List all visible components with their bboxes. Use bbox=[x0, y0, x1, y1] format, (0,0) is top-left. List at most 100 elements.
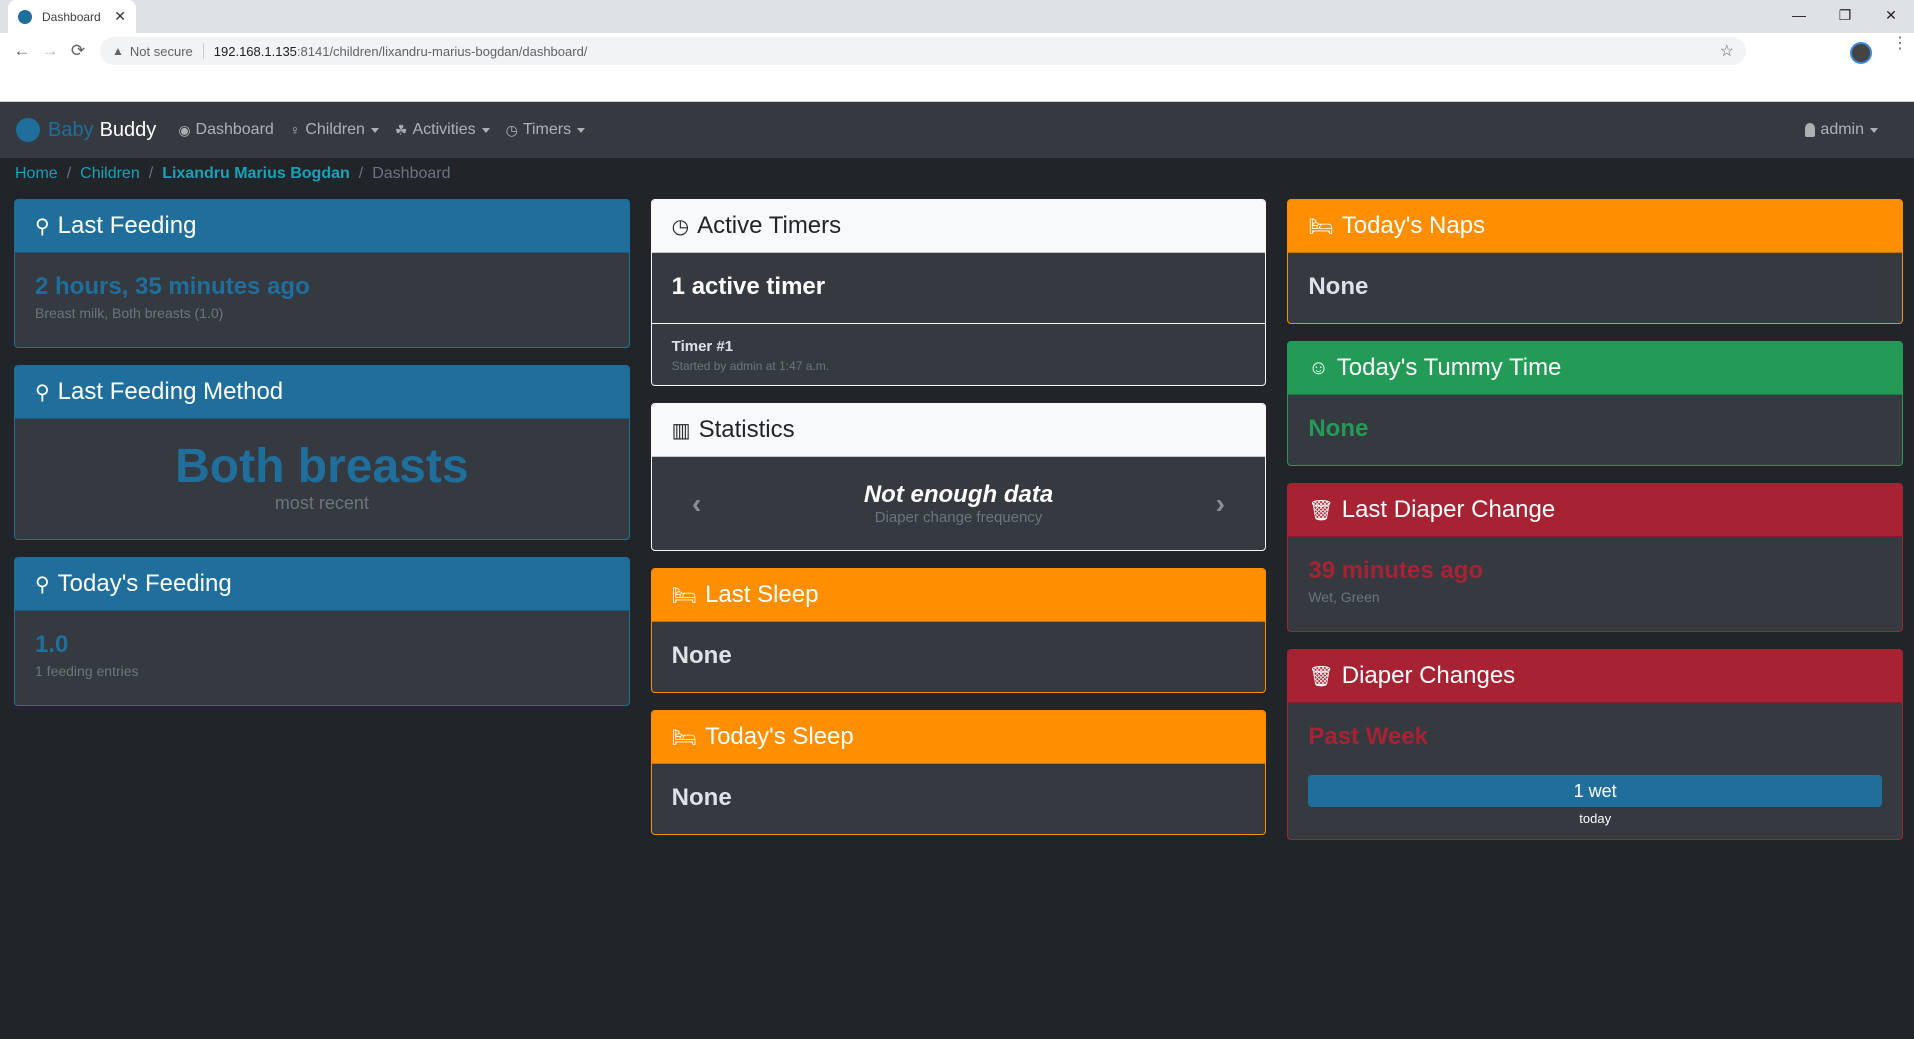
todays-feeding-count: 1 feeding entries bbox=[35, 663, 139, 679]
url-text[interactable]: 192.168.1.135:8141/children/lixandru-mar… bbox=[214, 44, 1720, 59]
divider bbox=[202, 43, 204, 59]
todays-sleep-value: None bbox=[671, 784, 732, 811]
statistics-value: Not enough data bbox=[863, 481, 1054, 508]
nav-timers-dropdown[interactable]: ◷ Timers bbox=[506, 121, 586, 139]
card-active-timers[interactable]: ◷ Active Timers 1 active timer Timer #1 S… bbox=[650, 199, 1267, 386]
card-body: 1 active timer bbox=[652, 253, 1266, 323]
timer-list-item[interactable]: Timer #1 Started by admin at 1:47 a.m. bbox=[651, 323, 1266, 385]
spoon-icon: ⚲ bbox=[35, 381, 50, 404]
card-title: Today's Feeding bbox=[57, 570, 232, 597]
breadcrumb-separator: / bbox=[66, 165, 72, 182]
last-sleep-value: None bbox=[671, 642, 732, 669]
user-name: admin bbox=[1820, 121, 1864, 138]
last-feeding-value: 2 hours, 35 minutes ago bbox=[35, 273, 310, 300]
card-title: Active Timers bbox=[697, 212, 842, 239]
todays-feeding-value: 1.0 bbox=[35, 631, 69, 658]
nav-dashboard[interactable]: ◉ Dashboard bbox=[178, 121, 274, 139]
card-header: 🗑 Diaper Changes bbox=[1288, 650, 1903, 703]
breadcrumb: Home / Children / Lixandru Marius Bogdan… bbox=[0, 158, 1914, 190]
browser-menu-icon[interactable]: ⋮ bbox=[1892, 36, 1908, 52]
spoon-icon: ⚲ bbox=[35, 215, 50, 238]
not-secure-label[interactable]: Not secure bbox=[130, 44, 193, 59]
page-top-band bbox=[0, 69, 1914, 102]
minimize-icon[interactable]: — bbox=[1776, 0, 1822, 30]
bed-icon: 🛏 bbox=[671, 584, 698, 607]
card-header: 🗑 Last Diaper Change bbox=[1288, 484, 1903, 537]
card-todays-feeding[interactable]: ⚲ Today's Feeding 1.0 1 feeding entries bbox=[14, 557, 630, 706]
card-statistics[interactable]: ▥ Statistics ‹ Not enough data Diaper cha… bbox=[650, 403, 1267, 551]
card-header: ◷ Active Timers bbox=[651, 200, 1266, 253]
card-title: Last Diaper Change bbox=[1341, 496, 1556, 523]
card-body: None bbox=[1288, 395, 1902, 465]
card-body: 1.0 1 feeding entries bbox=[15, 611, 629, 705]
browser-tab-bar: Dashboard ✕ — ❐ ✕ bbox=[0, 0, 1914, 33]
nav-activities-label: Activities bbox=[412, 121, 476, 138]
card-header: 🛏 Today's Sleep bbox=[651, 711, 1266, 764]
todays-naps-value: None bbox=[1308, 273, 1369, 300]
baby-buddy-logo-icon bbox=[16, 118, 40, 142]
brand-name-part1: Baby bbox=[48, 118, 94, 141]
brand-link[interactable]: Baby Buddy bbox=[16, 118, 156, 142]
reload-icon[interactable]: ⟳ bbox=[64, 41, 92, 61]
card-header: ⚲ Last Feeding Method bbox=[15, 366, 629, 419]
url-bar[interactable]: ▲ Not secure 192.168.1.135:8141/children… bbox=[100, 37, 1746, 65]
nav-activities-dropdown[interactable]: ☘ Activities bbox=[395, 121, 490, 139]
dashboard-icon: ◉ bbox=[178, 121, 191, 138]
card-header: ▥ Statistics bbox=[651, 404, 1266, 457]
window-controls: — ❐ ✕ bbox=[1776, 0, 1914, 30]
card-title: Statistics bbox=[698, 416, 795, 443]
caret-down-icon bbox=[481, 127, 490, 133]
diaper-progress-bar: 1 wet bbox=[1308, 775, 1883, 807]
card-title: Last Feeding Method bbox=[57, 378, 284, 405]
card-tummy-time[interactable]: ☺ Today's Tummy Time None bbox=[1287, 341, 1904, 466]
card-todays-naps[interactable]: 🛏 Today's Naps None bbox=[1287, 199, 1904, 324]
nav-children-dropdown[interactable]: ♀ Children bbox=[290, 121, 379, 139]
breadcrumb-children[interactable]: Children bbox=[80, 165, 140, 183]
breadcrumb-separator: / bbox=[148, 165, 154, 182]
card-last-sleep[interactable]: 🛏 Last Sleep None bbox=[650, 568, 1267, 693]
caret-down-icon bbox=[577, 127, 586, 133]
card-header: 🛏 Today's Naps bbox=[1288, 200, 1903, 253]
restore-icon[interactable]: ❐ bbox=[1822, 0, 1868, 30]
carousel-prev-icon[interactable]: ‹ bbox=[682, 488, 712, 520]
card-diaper-changes[interactable]: 🗑 Diaper Changes Past Week 1 wet today bbox=[1287, 649, 1904, 840]
url-host: 192.168.1.135 bbox=[213, 43, 297, 59]
column-timers-sleep: ◷ Active Timers 1 active timer Timer #1 S… bbox=[650, 199, 1267, 840]
nav-children-label: Children bbox=[305, 121, 365, 138]
card-todays-sleep[interactable]: 🛏 Today's Sleep None bbox=[650, 710, 1267, 835]
card-last-feeding-method[interactable]: ⚲ Last Feeding Method Both breasts most r… bbox=[14, 365, 630, 540]
column-feeding: ⚲ Last Feeding 2 hours, 35 minutes ago Br… bbox=[14, 199, 630, 840]
card-last-feeding[interactable]: ⚲ Last Feeding 2 hours, 35 minutes ago Br… bbox=[14, 199, 630, 348]
card-title: Diaper Changes bbox=[1341, 662, 1516, 689]
card-title: Today's Naps bbox=[1341, 212, 1486, 239]
card-body: None bbox=[1288, 253, 1902, 323]
back-icon[interactable]: ← bbox=[8, 41, 36, 61]
tummy-time-value: None bbox=[1308, 415, 1369, 442]
close-tab-icon[interactable]: ✕ bbox=[114, 8, 126, 25]
caret-down-icon bbox=[370, 127, 379, 133]
feeding-method-value: Both breasts bbox=[175, 440, 469, 493]
breadcrumb-child[interactable]: Lixandru Marius Bogdan bbox=[162, 165, 350, 183]
user-icon bbox=[1805, 123, 1816, 137]
card-body: Past Week 1 wet today bbox=[1288, 703, 1902, 839]
activities-icon: ☘ bbox=[394, 121, 408, 138]
card-body: None bbox=[652, 622, 1266, 692]
spoon-icon: ⚲ bbox=[35, 573, 50, 596]
card-body: 39 minutes ago Wet, Green bbox=[1288, 537, 1902, 631]
card-last-diaper-change[interactable]: 🗑 Last Diaper Change 39 minutes ago Wet, … bbox=[1287, 483, 1904, 632]
caret-down-icon bbox=[1870, 127, 1878, 133]
brand-name-part2: Buddy bbox=[99, 118, 157, 141]
card-header: 🛏 Last Sleep bbox=[651, 569, 1266, 622]
card-header: ⚲ Last Feeding bbox=[15, 200, 629, 253]
carousel-next-icon[interactable]: › bbox=[1205, 488, 1235, 520]
card-body: Both breasts most recent bbox=[15, 419, 629, 539]
nav-timers-label: Timers bbox=[522, 121, 572, 138]
breadcrumb-home[interactable]: Home bbox=[15, 165, 58, 183]
bookmark-star-icon[interactable]: ☆ bbox=[1720, 41, 1734, 61]
profile-avatar[interactable] bbox=[1850, 42, 1872, 64]
forward-icon[interactable]: → bbox=[36, 41, 64, 61]
bed-icon: 🛏 bbox=[1308, 215, 1334, 238]
browser-tab[interactable]: Dashboard ✕ bbox=[8, 0, 136, 33]
close-window-icon[interactable]: ✕ bbox=[1868, 0, 1914, 30]
user-menu-dropdown[interactable]: admin bbox=[1805, 102, 1878, 158]
